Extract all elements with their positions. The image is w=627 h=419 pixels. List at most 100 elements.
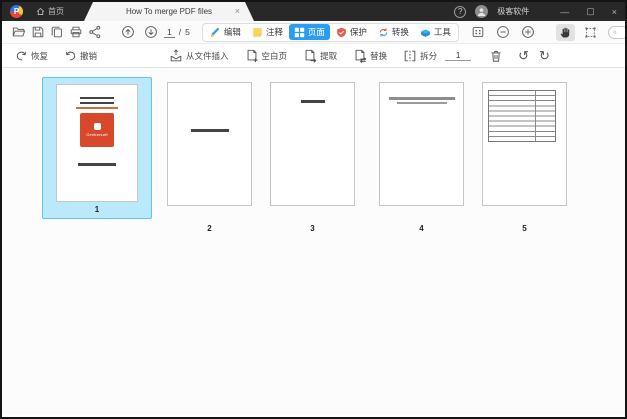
print-button[interactable] [66,24,85,41]
home-icon [36,7,45,16]
page-content-line [78,163,116,166]
account-avatar[interactable] [475,5,489,18]
rotate-left-button[interactable]: ↺ [513,49,534,62]
total-pages-label: 5 [185,27,190,37]
tab-title: How To merge PDF files [125,7,213,16]
window-controls: — ▢ × [560,6,617,17]
blank-page-icon [247,49,257,62]
logo-brand-text: Geekersoft [86,132,108,137]
replace-button[interactable]: 替换 [349,47,391,65]
tab-pages-label: 页面 [307,27,325,37]
home-button[interactable]: 首页 [30,2,70,21]
page-number-label: 4 [419,224,424,233]
insert-from-file-button[interactable]: 从文件插入 [165,47,233,65]
share-button[interactable] [85,24,104,41]
previous-page-button[interactable] [118,24,137,41]
open-file-button[interactable] [9,24,28,41]
toolbox-icon [421,28,430,37]
printer-icon [70,26,81,38]
tab-convert[interactable]: 转换 [373,24,414,40]
tab-convert-label: 转换 [391,27,409,37]
marquee-select-icon [585,26,596,38]
split-button[interactable]: 拆分 [399,47,441,65]
select-tool-button[interactable] [581,24,600,41]
replace-label: 替换 [370,50,388,61]
save-icon [32,26,43,38]
convert-arrows-icon [379,27,388,37]
document-tab[interactable]: How To merge PDF files × [84,2,254,21]
page-content-line [388,97,455,100]
redo-button[interactable]: 恢复 [11,47,52,64]
zoom-out-button[interactable] [494,24,513,41]
page-number-label: 3 [310,224,315,233]
tab-annotate-label: 注释 [265,27,283,37]
hand-icon [560,27,570,38]
tab-close-icon[interactable]: × [235,7,240,16]
help-button[interactable]: ? [454,5,467,18]
tab-protect[interactable]: 保护 [331,24,372,40]
page-4-preview [379,82,464,206]
split-label: 拆分 [420,50,438,61]
redo-label: 恢复 [31,50,49,61]
fit-page-button[interactable] [469,24,488,41]
page-tools-toolbar: 恢复 撤销 从文件插入 空白页 提取 替换 拆分 ↺ [2,44,625,68]
app-logo-icon[interactable]: P [10,5,23,18]
page-1-preview: Geekersoft [56,84,138,202]
pencil-icon [210,27,219,37]
page-number-label: 2 [207,224,212,233]
help-icon: ? [457,7,463,16]
page-number-label: 1 [94,205,100,214]
save-as-button[interactable] [47,24,66,41]
thumbnail-page-4[interactable]: 4 [379,82,464,233]
insert-from-file-icon [170,48,182,61]
tab-pages[interactable]: 页面 [288,24,330,40]
tab-annotate[interactable]: 注释 [247,24,288,40]
page-content-line [190,129,229,132]
page-3-preview [270,82,355,206]
undo-button[interactable]: 撤销 [60,47,101,64]
page-5-preview [482,82,567,206]
home-label: 首页 [48,7,64,16]
tab-edit-label: 编辑 [223,27,241,37]
thumbnail-page-5[interactable]: 5 [482,82,567,233]
tab-tools[interactable]: 工具 [415,24,456,40]
undo-label: 撤销 [80,50,98,61]
logo-glyph [93,123,101,130]
extract-button[interactable]: 提取 [299,47,341,65]
shield-icon [337,27,346,37]
search-box[interactable] [607,25,625,39]
page-1-logo: Geekersoft [80,113,114,147]
next-page-button[interactable] [141,24,160,41]
extract-label: 提取 [320,50,338,61]
page-content-table [488,90,556,142]
thumbnail-page-3[interactable]: 3 [270,82,355,233]
blank-page-label: 空白页 [261,50,288,61]
page-number-label: 5 [522,224,527,233]
thumbnail-page-1[interactable]: Geekersoft 1 [42,77,152,219]
tab-tools-label: 工具 [433,27,451,37]
search-icon [613,30,617,34]
page-organizer-canvas[interactable]: Geekersoft 1 2 3 4 5 [2,68,625,415]
note-icon [253,27,262,37]
search-input[interactable] [618,27,624,37]
extract-page-icon [305,49,317,63]
account-label[interactable]: 极客软件 [497,6,529,17]
fit-page-icon [473,26,484,38]
minimize-button[interactable]: — [560,7,569,17]
save-button[interactable] [28,24,47,41]
current-page-input[interactable]: 1 [164,27,175,38]
page-content-line [396,102,447,104]
page-content-line [76,107,118,109]
maximize-button[interactable]: ▢ [586,6,595,17]
hand-tool-button[interactable] [555,23,575,41]
page-content-line [80,102,114,104]
split-count-input[interactable] [445,50,472,61]
zoom-in-button[interactable] [519,24,538,41]
undo-icon [66,51,76,61]
window-close-button[interactable]: × [612,7,617,17]
blank-page-button[interactable]: 空白页 [241,47,292,65]
tab-edit[interactable]: 编辑 [205,24,246,40]
rotate-right-button[interactable]: ↻ [534,49,555,62]
thumbnail-page-2[interactable]: 2 [167,82,252,233]
delete-page-button[interactable] [485,47,507,65]
